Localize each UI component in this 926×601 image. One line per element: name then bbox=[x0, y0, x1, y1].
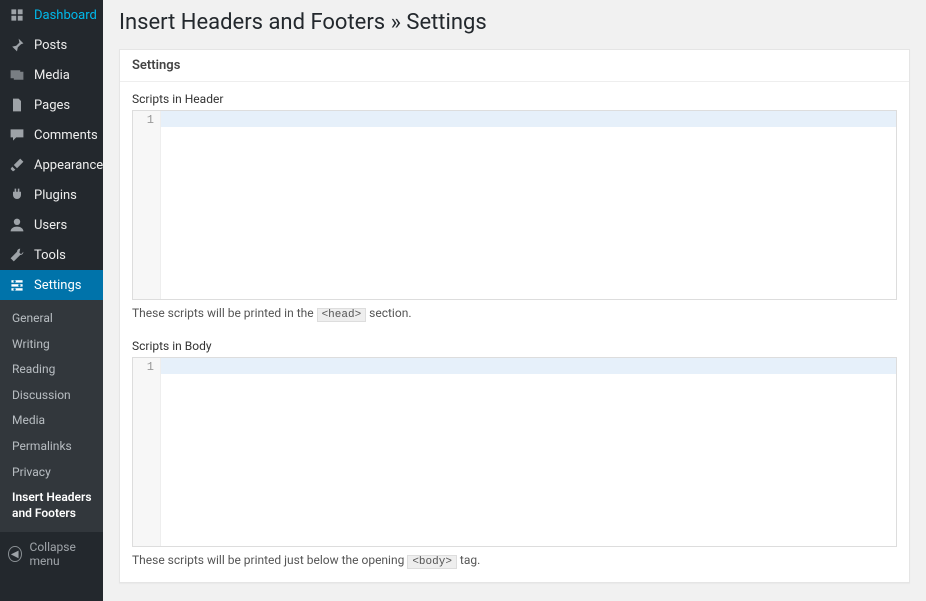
sidebar-item-users[interactable]: Users bbox=[0, 210, 103, 240]
sidebar-item-label: Appearance bbox=[34, 158, 103, 173]
sidebar-item-label: Plugins bbox=[34, 188, 77, 203]
sidebar-item-plugins[interactable]: Plugins bbox=[0, 180, 103, 210]
tool-icon bbox=[8, 246, 26, 264]
panel-heading: Settings bbox=[120, 50, 909, 82]
brush-icon bbox=[8, 156, 26, 174]
user-icon bbox=[8, 216, 26, 234]
line-number: 1 bbox=[133, 111, 160, 127]
sidebar-item-label: Pages bbox=[34, 98, 70, 113]
scripts-body-field: Scripts in Body 1 These scripts will be … bbox=[132, 339, 897, 568]
sidebar-item-label: Posts bbox=[34, 38, 67, 53]
plugin-icon bbox=[8, 186, 26, 204]
editor-gutter: 1 bbox=[133, 358, 161, 546]
scripts-body-hint: These scripts will be printed just below… bbox=[132, 553, 897, 568]
sidebar-item-label: Media bbox=[34, 68, 70, 83]
sidebar-item-pages[interactable]: Pages bbox=[0, 90, 103, 120]
submenu-privacy[interactable]: Privacy bbox=[0, 460, 103, 486]
submenu-media[interactable]: Media bbox=[0, 408, 103, 434]
comment-icon bbox=[8, 126, 26, 144]
head-tag-code: <head> bbox=[317, 308, 367, 322]
scripts-header-hint: These scripts will be printed in the <he… bbox=[132, 306, 897, 321]
body-tag-code: <body> bbox=[407, 555, 457, 569]
settings-icon bbox=[8, 276, 26, 294]
collapse-menu[interactable]: ◀ Collapse menu bbox=[0, 532, 103, 576]
pin-icon bbox=[8, 36, 26, 54]
scripts-header-field: Scripts in Header 1 These scripts will b… bbox=[132, 92, 897, 321]
sidebar-item-label: Dashboard bbox=[34, 8, 97, 23]
sidebar-item-posts[interactable]: Posts bbox=[0, 30, 103, 60]
page-title: Insert Headers and Footers » Settings bbox=[119, 0, 910, 49]
sidebar-item-label: Users bbox=[34, 218, 67, 233]
settings-panel: Settings Scripts in Header 1 These scrip… bbox=[119, 49, 910, 583]
sidebar-item-settings[interactable]: Settings bbox=[0, 270, 103, 300]
sidebar-item-media[interactable]: Media bbox=[0, 60, 103, 90]
main-content: Insert Headers and Footers » Settings Se… bbox=[103, 0, 926, 601]
scripts-header-editor[interactable]: 1 bbox=[132, 110, 897, 300]
collapse-label: Collapse menu bbox=[30, 540, 95, 568]
sidebar-item-tools[interactable]: Tools bbox=[0, 240, 103, 270]
submenu-writing[interactable]: Writing bbox=[0, 332, 103, 358]
scripts-body-label: Scripts in Body bbox=[132, 339, 897, 353]
sidebar-item-label: Settings bbox=[34, 278, 81, 293]
settings-submenu: General Writing Reading Discussion Media… bbox=[0, 300, 103, 532]
submenu-insert-headers-footers[interactable]: Insert Headers and Footers bbox=[0, 485, 103, 526]
editor-lines[interactable] bbox=[161, 358, 896, 546]
sidebar-item-comments[interactable]: Comments bbox=[0, 120, 103, 150]
line-number: 1 bbox=[133, 358, 160, 374]
editor-lines[interactable] bbox=[161, 111, 896, 299]
submenu-discussion[interactable]: Discussion bbox=[0, 383, 103, 409]
collapse-icon: ◀ bbox=[8, 546, 22, 562]
editor-gutter: 1 bbox=[133, 111, 161, 299]
dashboard-icon bbox=[8, 6, 26, 24]
scripts-header-label: Scripts in Header bbox=[132, 92, 897, 106]
sidebar-item-label: Comments bbox=[34, 128, 98, 143]
sidebar-item-appearance[interactable]: Appearance bbox=[0, 150, 103, 180]
scripts-body-editor[interactable]: 1 bbox=[132, 357, 897, 547]
admin-sidebar: Dashboard Posts Media Pages Comments App… bbox=[0, 0, 103, 601]
sidebar-item-dashboard[interactable]: Dashboard bbox=[0, 0, 103, 30]
media-icon bbox=[8, 66, 26, 84]
submenu-permalinks[interactable]: Permalinks bbox=[0, 434, 103, 460]
submenu-reading[interactable]: Reading bbox=[0, 357, 103, 383]
submenu-general[interactable]: General bbox=[0, 306, 103, 332]
sidebar-item-label: Tools bbox=[34, 248, 66, 263]
page-icon bbox=[8, 96, 26, 114]
